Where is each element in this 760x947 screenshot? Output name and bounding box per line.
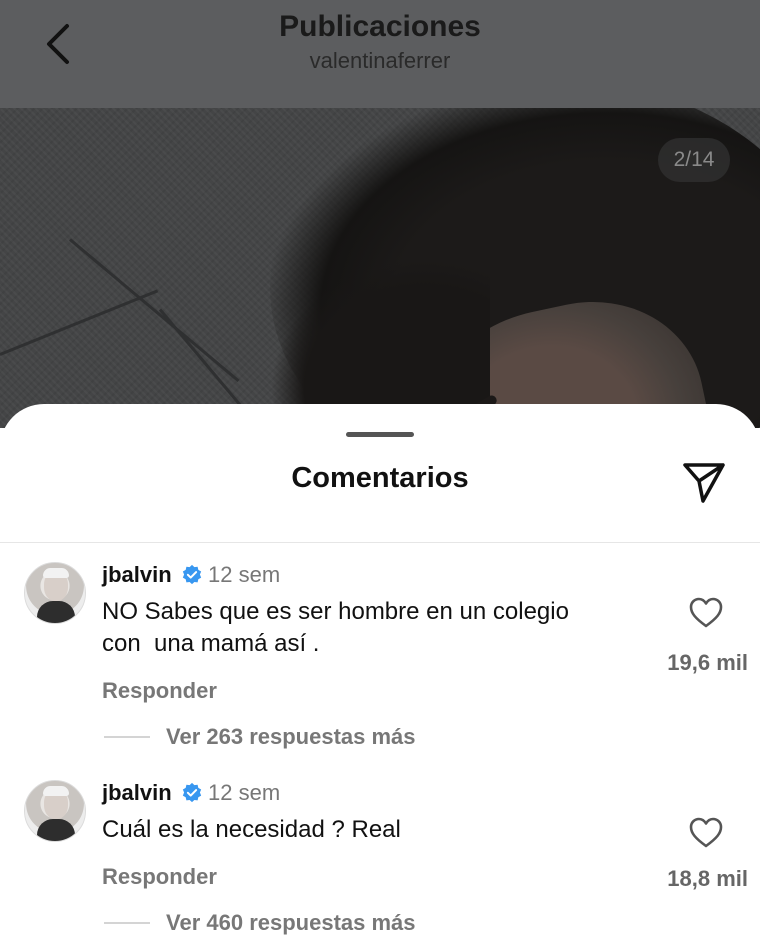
verified-badge-icon bbox=[182, 564, 202, 585]
carousel-page-counter: 2/14 bbox=[658, 138, 730, 182]
comment-text-line: NO Sabes que es ser hombre en un colegio bbox=[102, 598, 569, 625]
send-icon bbox=[683, 463, 725, 503]
replies-divider bbox=[104, 922, 150, 924]
comment-item: jbalvin 12 sem Cuál es la necesidad ? Re… bbox=[0, 780, 760, 947]
reply-button[interactable]: Responder bbox=[102, 678, 217, 704]
avatar-hair-shape bbox=[43, 786, 69, 796]
comment-text-line: Cuál es la necesidad ? Real bbox=[102, 816, 401, 843]
hair-strands bbox=[270, 258, 490, 428]
comment-text-line: con una mamá así . bbox=[102, 630, 320, 657]
comment-username[interactable]: jbalvin bbox=[102, 780, 172, 806]
like-button[interactable] bbox=[688, 816, 724, 850]
avatar[interactable] bbox=[24, 780, 86, 842]
reply-button[interactable]: Responder bbox=[102, 864, 217, 890]
comment-time: 12 sem bbox=[208, 780, 281, 805]
top-header: Publicaciones valentinaferrer bbox=[0, 0, 760, 108]
verified-badge-icon bbox=[182, 782, 202, 803]
comment-username[interactable]: jbalvin bbox=[102, 562, 172, 588]
comments-title: Comentarios bbox=[291, 462, 469, 494]
view-replies-button[interactable]: Ver 263 respuestas más bbox=[166, 724, 416, 750]
sheet-divider bbox=[0, 542, 760, 543]
heart-icon bbox=[689, 597, 723, 628]
avatar[interactable] bbox=[24, 562, 86, 624]
comment-text: NO Sabes que es ser hombre en un colegio… bbox=[102, 596, 662, 660]
page-title: Publicaciones bbox=[279, 10, 481, 43]
avatar-body-shape bbox=[37, 819, 75, 841]
like-button[interactable] bbox=[688, 596, 724, 630]
like-count: 18,8 mil bbox=[667, 866, 748, 891]
post-image[interactable] bbox=[0, 108, 760, 428]
profile-username[interactable]: valentinaferrer bbox=[0, 48, 760, 74]
avatar-hair-shape bbox=[43, 568, 69, 578]
avatar-body-shape bbox=[37, 601, 75, 623]
view-replies-button[interactable]: Ver 460 respuestas más bbox=[166, 910, 416, 936]
like-count: 19,6 mil bbox=[667, 650, 748, 675]
comment-text: Cuál es la necesidad ? Real bbox=[102, 814, 662, 846]
comment-item: jbalvin 12 sem NO Sabes que es ser hombr… bbox=[0, 562, 760, 762]
replies-divider bbox=[104, 736, 150, 738]
sheet-drag-handle[interactable] bbox=[346, 432, 414, 437]
comments-sheet: Comentarios jbalvin 12 sem NO Sabes que … bbox=[0, 404, 760, 947]
share-button[interactable] bbox=[678, 456, 730, 508]
comment-time: 12 sem bbox=[208, 562, 281, 587]
heart-icon bbox=[689, 817, 723, 848]
